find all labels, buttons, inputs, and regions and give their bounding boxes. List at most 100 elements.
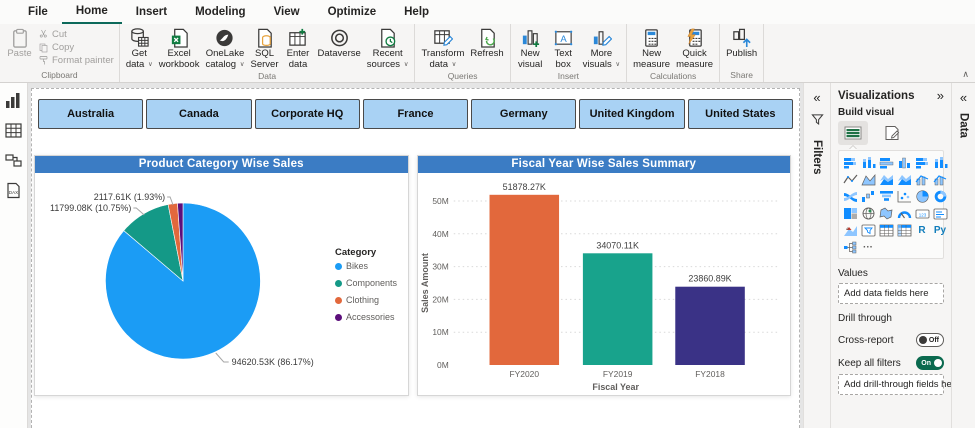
cut-button[interactable]: Cut bbox=[36, 28, 116, 41]
get-data-button[interactable]: Get data ∨ bbox=[123, 26, 156, 71]
collapse-visualizations-icon[interactable]: » bbox=[937, 89, 944, 102]
visual-type-line-and-clustered-column-chart[interactable] bbox=[932, 172, 948, 186]
slicer-button-corporate-hq[interactable]: Corporate HQ bbox=[254, 99, 360, 129]
keep-all-filters-toggle[interactable]: On bbox=[916, 356, 944, 370]
paste-button[interactable]: Paste bbox=[3, 26, 36, 61]
visual-type-scatter-chart[interactable] bbox=[896, 189, 912, 203]
visual-type-filled-map[interactable] bbox=[878, 206, 894, 220]
cross-report-label: Cross-report bbox=[838, 334, 894, 346]
onelake-catalog-button[interactable]: OneLake catalog ∨ bbox=[202, 26, 247, 71]
svg-text:50M: 50M bbox=[432, 196, 448, 206]
legend-item-accessories[interactable]: Accessories bbox=[335, 312, 397, 322]
transform-data-button[interactable]: Transform data ∨ bbox=[418, 26, 467, 71]
ribbon-tab-file[interactable]: File bbox=[14, 0, 62, 24]
visual-type-more-visual-options[interactable]: ··· bbox=[860, 240, 876, 254]
visual-type-r-script-visual[interactable]: R bbox=[914, 223, 930, 237]
visual-type-decomposition-tree[interactable] bbox=[842, 240, 858, 254]
filters-pane-label[interactable]: Filters bbox=[811, 140, 823, 175]
new-visual-button[interactable]: New visual bbox=[514, 26, 547, 71]
table-view-icon[interactable] bbox=[5, 122, 22, 139]
dataverse-button[interactable]: Dataverse bbox=[314, 26, 363, 61]
report-page[interactable]: Australia Canada Corporate HQ France Germany… bbox=[31, 88, 800, 428]
visual-type-stacked-bar-chart[interactable] bbox=[842, 155, 858, 169]
visual-type-card[interactable]: 123 bbox=[914, 206, 930, 220]
pie-chart-visual[interactable]: Product Category Wise Sales 94620.53K (8… bbox=[34, 155, 409, 396]
publish-button[interactable]: Publish bbox=[723, 26, 760, 61]
data-pane-label[interactable]: Data bbox=[958, 113, 970, 138]
visual-type-treemap[interactable] bbox=[842, 206, 858, 220]
slicer-button-germany[interactable]: Germany bbox=[471, 99, 577, 129]
visual-type-map[interactable] bbox=[860, 206, 876, 220]
slicer-button-united-kingdom[interactable]: United Kingdom bbox=[579, 99, 685, 129]
expand-data-icon[interactable]: « bbox=[960, 91, 967, 104]
bar-chart-visual[interactable]: Fiscal Year Wise Sales Summary 0M 10M 20M 3… bbox=[416, 155, 791, 396]
sql-server-button[interactable]: SQL Server bbox=[248, 26, 282, 71]
visual-type-line-chart[interactable] bbox=[842, 172, 858, 186]
visual-type-kpi[interactable]: A bbox=[842, 223, 858, 237]
ribbon-tab-help[interactable]: Help bbox=[390, 0, 443, 24]
data-pane-collapsed[interactable]: « Data bbox=[951, 83, 975, 428]
svg-text:0M: 0M bbox=[437, 360, 449, 370]
svg-text:DAX: DAX bbox=[9, 190, 18, 195]
legend-item-components[interactable]: Components bbox=[335, 278, 397, 288]
copy-button[interactable]: Copy bbox=[36, 41, 116, 54]
visual-type-clustered-column-chart[interactable] bbox=[896, 155, 912, 169]
dax-query-view-icon[interactable]: DAX bbox=[5, 182, 22, 199]
expand-filters-icon[interactable]: « bbox=[813, 91, 820, 104]
new-measure-button[interactable]: New measure bbox=[630, 26, 673, 71]
visual-type-table[interactable] bbox=[878, 223, 894, 237]
refresh-button[interactable]: Refresh bbox=[467, 26, 506, 61]
visual-type-slicer[interactable] bbox=[860, 223, 876, 237]
text-box-button[interactable]: A Text box bbox=[547, 26, 580, 71]
drill-through-field-well[interactable]: Add drill-through fields here bbox=[838, 374, 960, 395]
format-painter-button[interactable]: Format painter bbox=[36, 54, 116, 67]
more-visuals-button[interactable]: More visuals ∨ bbox=[580, 26, 623, 71]
cross-report-toggle[interactable]: Off bbox=[915, 333, 944, 347]
model-view-icon[interactable] bbox=[5, 152, 22, 169]
ribbon-tab-home[interactable]: Home bbox=[61, 0, 122, 24]
visual-type-area-chart[interactable] bbox=[860, 172, 876, 186]
visual-type-100-stacked-area-chart[interactable] bbox=[896, 172, 912, 186]
slicer-button-canada[interactable]: Canada bbox=[146, 99, 252, 129]
visual-type-clustered-bar-chart[interactable] bbox=[878, 155, 894, 169]
visual-type-waterfall-chart[interactable] bbox=[860, 189, 876, 203]
slicer-button-united-states[interactable]: United States bbox=[687, 99, 793, 129]
visual-type-100-stacked-bar-chart[interactable] bbox=[914, 155, 930, 169]
svg-text:Fiscal Year: Fiscal Year bbox=[592, 382, 639, 392]
quick-measure-button[interactable]: Quick measure bbox=[673, 26, 716, 71]
ribbon-tab-insert[interactable]: Insert bbox=[122, 0, 181, 24]
ribbon-group-label: Insert bbox=[557, 71, 580, 82]
selected-tab-notch bbox=[849, 146, 857, 150]
legend-item-bikes[interactable]: Bikes bbox=[335, 261, 397, 271]
visual-type-funnel-chart[interactable] bbox=[878, 189, 894, 203]
enter-data-button[interactable]: Enter data bbox=[281, 26, 314, 71]
visual-type-gauge[interactable] bbox=[896, 206, 912, 220]
visual-type-stacked-column-chart[interactable] bbox=[860, 155, 876, 169]
visual-type-multi-row-card[interactable] bbox=[932, 206, 948, 220]
visual-type-python-visual[interactable]: Py bbox=[932, 223, 948, 237]
visual-type-donut-chart[interactable] bbox=[932, 189, 948, 203]
report-canvas-area: Australia Canada Corporate HQ France Germany… bbox=[28, 83, 803, 428]
ribbon-tab-modeling[interactable]: Modeling bbox=[181, 0, 259, 24]
visual-type-stacked-area-chart[interactable] bbox=[878, 172, 894, 186]
excel-workbook-button[interactable]: Excel workbook bbox=[156, 26, 203, 71]
visual-type-pie-chart[interactable] bbox=[914, 189, 930, 203]
visual-type-matrix[interactable] bbox=[896, 223, 912, 237]
slicer-button-france[interactable]: France bbox=[362, 99, 469, 129]
slicer-button-australia[interactable]: Australia bbox=[38, 99, 144, 129]
visual-type-100-stacked-column-chart[interactable] bbox=[932, 155, 948, 169]
svg-text:A: A bbox=[846, 226, 849, 231]
filters-pane-collapsed[interactable]: « Filters bbox=[803, 83, 830, 428]
ribbon-tab-view[interactable]: View bbox=[260, 0, 314, 24]
format-visual-tab[interactable] bbox=[877, 121, 907, 145]
svg-text:30M: 30M bbox=[432, 262, 448, 272]
visual-type-line-and-stacked-column-chart[interactable] bbox=[914, 172, 930, 186]
report-view-icon[interactable] bbox=[5, 92, 22, 109]
values-field-well[interactable]: Add data fields here bbox=[838, 283, 944, 304]
collapse-ribbon-icon[interactable]: ∧ bbox=[962, 69, 969, 80]
visual-type-ribbon-chart[interactable] bbox=[842, 189, 858, 203]
ribbon-tab-optimize[interactable]: Optimize bbox=[314, 0, 391, 24]
legend-item-clothing[interactable]: Clothing bbox=[335, 295, 397, 305]
recent-sources-button[interactable]: Recent sources ∨ bbox=[364, 26, 412, 71]
build-visual-tab[interactable] bbox=[838, 121, 868, 145]
